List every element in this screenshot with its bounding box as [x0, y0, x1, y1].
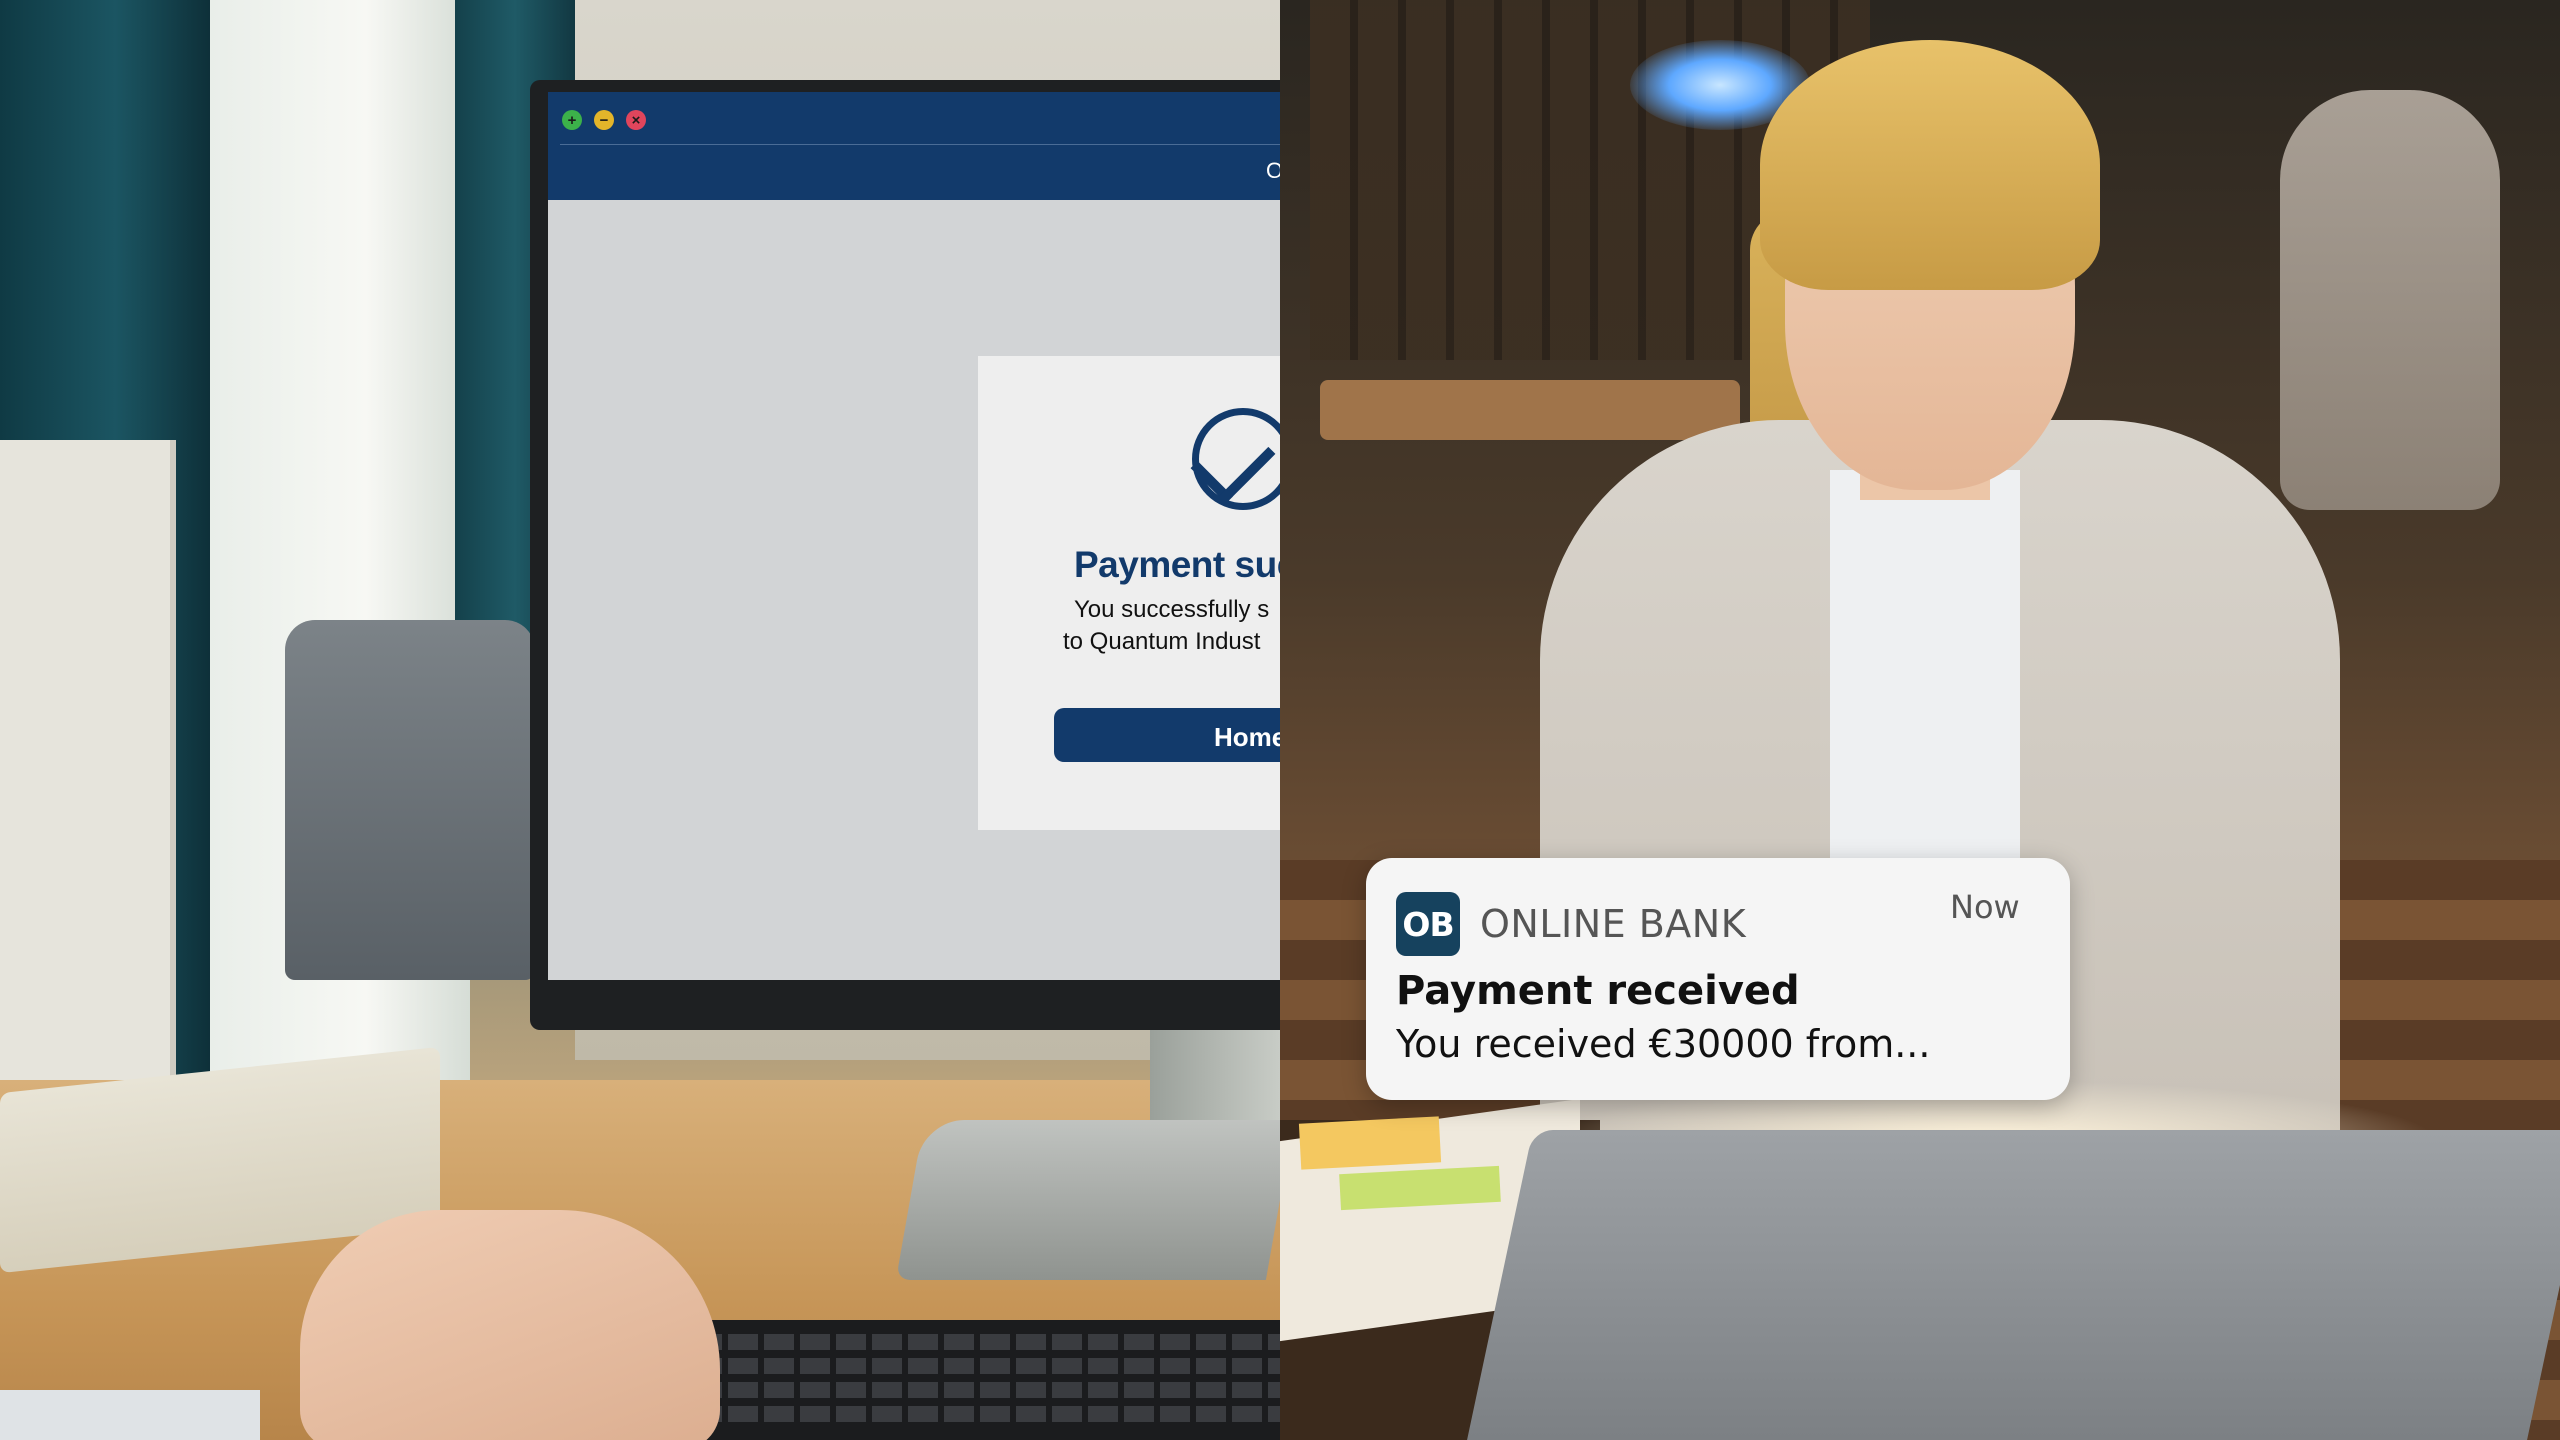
background-table [1320, 380, 1740, 440]
sleeve [0, 1390, 260, 1440]
left-photo-panel: + − × O Payment suc You successfully s t… [0, 0, 1280, 1440]
laptop [1467, 1130, 2560, 1440]
modal-message-line1: You successfully s [1074, 596, 1270, 623]
modal-message-line2: to Quantum Indust [1063, 628, 1261, 655]
notification-body: You received €30000 from... [1396, 1022, 1931, 1066]
modal-title: Payment suc [1074, 544, 1280, 585]
window-titlebar: + − × O [548, 92, 1280, 200]
bank-notification[interactable]: OB ONLINE BANK Now Payment received You … [1366, 858, 2070, 1100]
monitor-base [895, 1120, 1280, 1280]
close-button[interactable]: × [626, 110, 646, 130]
plus-icon: + [567, 111, 577, 129]
shirt [1830, 470, 2020, 890]
home-button-label: Home [1214, 722, 1280, 752]
notification-time: Now [1950, 888, 2020, 926]
right-photo-panel: OB ONLINE BANK Now Payment received You … [1280, 0, 2560, 1440]
bookshelf [0, 440, 176, 1090]
maximize-button[interactable]: + [562, 110, 582, 130]
hand [300, 1210, 720, 1440]
minimize-button[interactable]: − [594, 110, 614, 130]
payment-success-modal: Payment suc You successfully s to Quantu… [978, 356, 1280, 830]
bank-app-icon: OB [1396, 892, 1460, 956]
background-person [2280, 90, 2500, 510]
titlebar-text: O [1266, 158, 1280, 183]
minus-icon: − [599, 111, 609, 129]
armchair [285, 620, 535, 980]
hair [1760, 40, 2100, 290]
notification-app-name: ONLINE BANK [1480, 902, 1747, 946]
notification-title: Payment received [1396, 968, 1800, 1014]
titlebar-divider [560, 144, 1280, 145]
monitor-screen: + − × O Payment suc You successfully s t… [548, 92, 1280, 980]
close-icon: × [631, 111, 641, 129]
sticky-note-yellow [1298, 1116, 1442, 1170]
